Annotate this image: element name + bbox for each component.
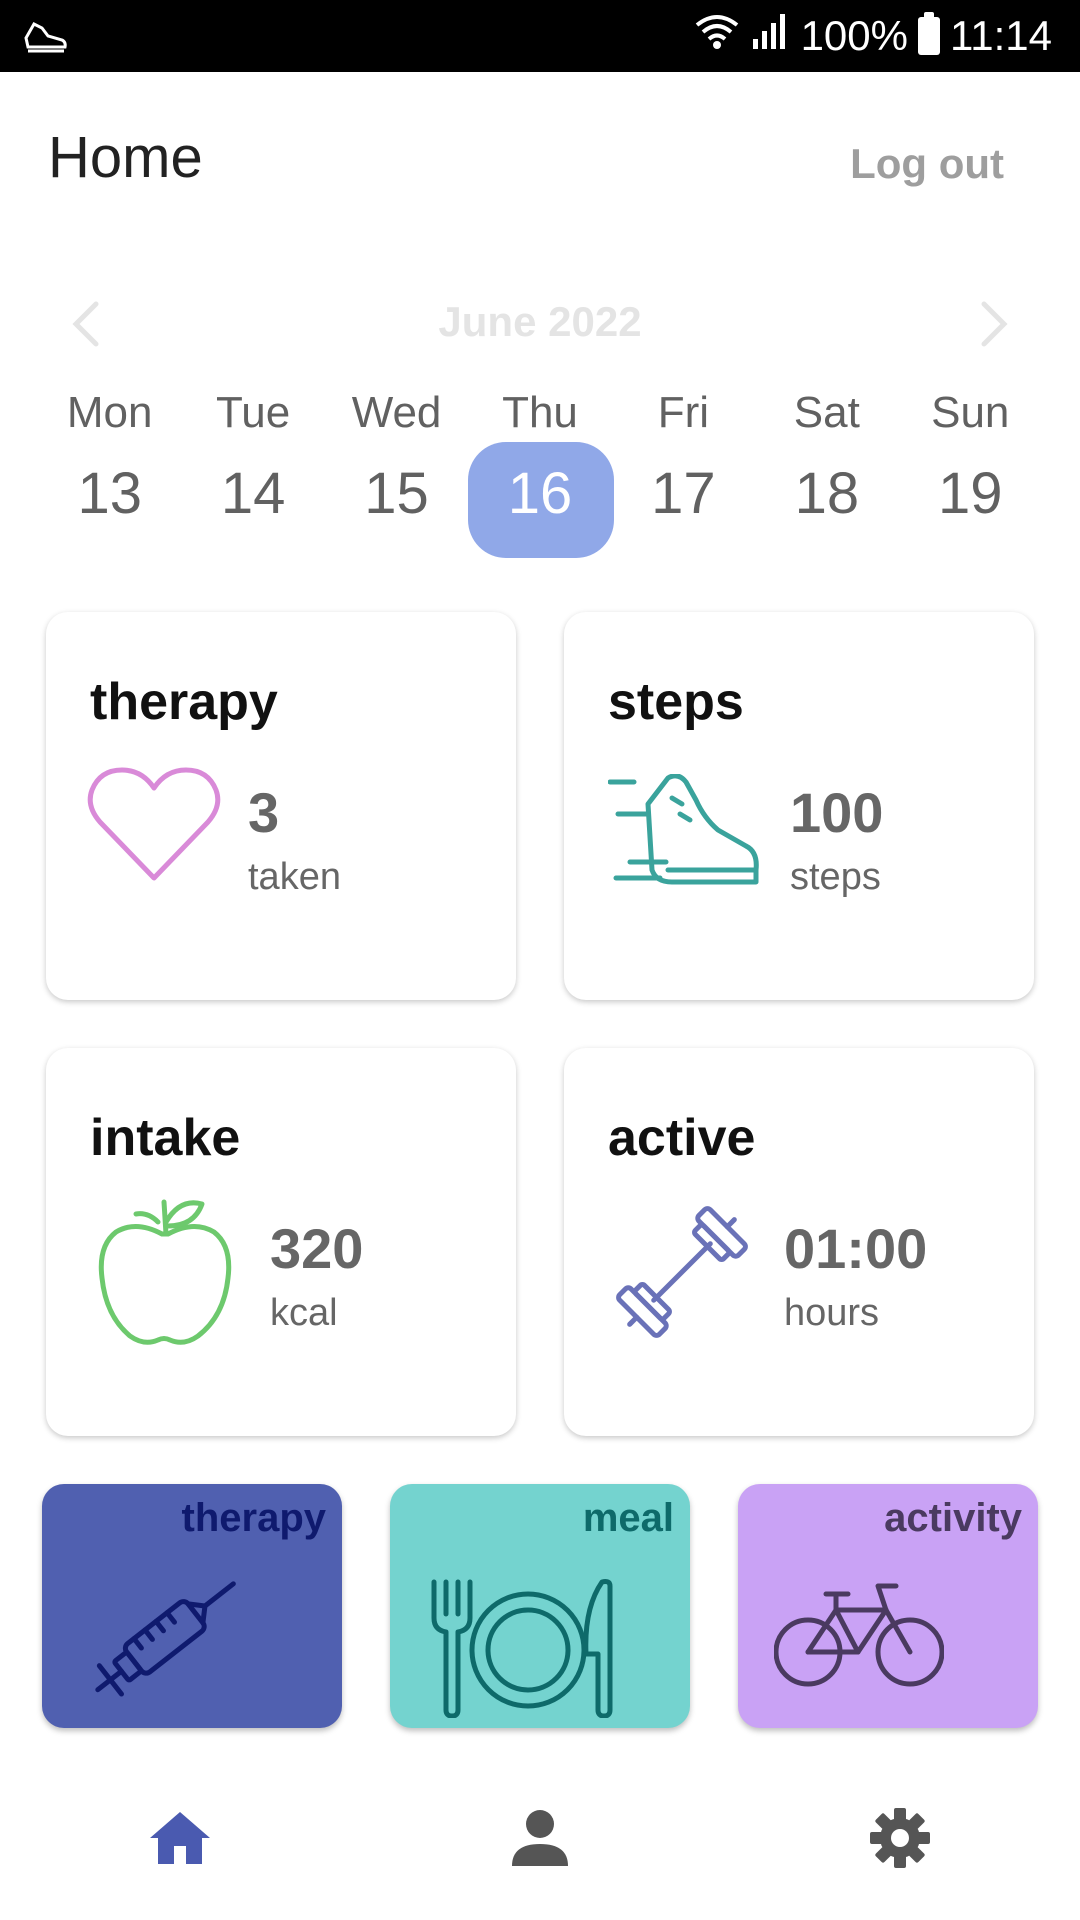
week-strip: Mon 13 Tue 14 Wed 15 Thu 16 Fri 17 Sat 1… bbox=[38, 380, 1042, 560]
day-name: Sat bbox=[793, 388, 860, 437]
intake-card[interactable]: intake 320 kcal bbox=[46, 1048, 516, 1436]
day-number: 19 bbox=[937, 461, 1003, 526]
card-title: active bbox=[608, 1109, 756, 1167]
month-navigator: June 2022 bbox=[0, 290, 1080, 360]
active-value: 01:00 bbox=[784, 1217, 928, 1280]
status-icons: 100% 11:14 bbox=[693, 8, 1052, 64]
logout-button[interactable]: Log out bbox=[850, 140, 1004, 188]
steps-card[interactable]: steps 100 steps bbox=[564, 612, 1034, 1000]
day-name: Tue bbox=[216, 388, 291, 437]
profile-icon bbox=[510, 1808, 570, 1873]
therapy-value: 3 bbox=[248, 781, 280, 844]
day-name: Mon bbox=[66, 388, 153, 437]
nav-profile[interactable] bbox=[480, 1780, 600, 1900]
shoe-notification-icon bbox=[22, 16, 70, 56]
chevron-right-icon[interactable] bbox=[962, 294, 1022, 354]
day-number: 15 bbox=[364, 461, 429, 526]
day-fri[interactable]: Fri 17 bbox=[612, 380, 755, 560]
heart-icon bbox=[86, 762, 222, 891]
day-number: 18 bbox=[794, 461, 860, 526]
day-sun[interactable]: Sun 19 bbox=[899, 380, 1042, 560]
status-bar: 100% 11:14 bbox=[0, 0, 1080, 72]
dumbbell-icon bbox=[608, 1198, 756, 1351]
day-mon[interactable]: Mon 13 bbox=[38, 380, 181, 560]
steps-value: 100 bbox=[790, 781, 884, 844]
day-name: Fri bbox=[657, 388, 710, 437]
home-icon bbox=[148, 1808, 212, 1873]
tile-label: meal bbox=[582, 1496, 674, 1540]
day-number: 16 bbox=[507, 461, 573, 526]
therapy-unit: taken bbox=[248, 856, 341, 898]
day-tue[interactable]: Tue 14 bbox=[181, 380, 324, 560]
battery-icon bbox=[918, 12, 940, 55]
day-name: Thu bbox=[502, 388, 578, 437]
card-title: steps bbox=[608, 673, 744, 731]
tile-label: therapy bbox=[181, 1496, 327, 1540]
signal-icon bbox=[751, 11, 791, 61]
intake-value: 320 bbox=[270, 1217, 364, 1280]
day-thu-selected[interactable]: Thu 16 bbox=[468, 380, 615, 560]
day-name: Sun bbox=[931, 388, 1010, 437]
meal-tile[interactable]: meal bbox=[390, 1484, 690, 1728]
month-label: June 2022 bbox=[438, 298, 642, 345]
running-shoe-icon bbox=[607, 773, 760, 899]
page-title: Home bbox=[48, 125, 203, 190]
active-unit: hours bbox=[784, 1292, 880, 1334]
tile-label: activity bbox=[884, 1496, 1022, 1540]
clock: 11:14 bbox=[950, 12, 1052, 59]
bottom-navigation bbox=[0, 1760, 1080, 1920]
wifi-icon bbox=[693, 11, 741, 61]
day-name: Wed bbox=[351, 388, 442, 437]
day-wed[interactable]: Wed 15 bbox=[325, 380, 468, 560]
apple-icon bbox=[96, 1192, 236, 1353]
bicycle-icon bbox=[773, 1580, 945, 1695]
nav-home[interactable] bbox=[120, 1780, 240, 1900]
day-number: 13 bbox=[77, 461, 142, 526]
plate-cutlery-icon bbox=[428, 1578, 628, 1723]
day-number: 17 bbox=[651, 461, 716, 526]
nav-settings[interactable] bbox=[840, 1780, 960, 1900]
intake-unit: kcal bbox=[270, 1292, 338, 1334]
activity-tile[interactable]: activity bbox=[738, 1484, 1038, 1728]
steps-unit: steps bbox=[790, 856, 881, 898]
battery-percent: 100% bbox=[800, 12, 908, 59]
card-title: intake bbox=[90, 1109, 241, 1167]
day-sat[interactable]: Sat 18 bbox=[755, 380, 898, 560]
therapy-card[interactable]: therapy 3 taken bbox=[46, 612, 516, 1000]
syringe-icon bbox=[76, 1558, 252, 1723]
day-number: 14 bbox=[220, 461, 286, 526]
settings-icon bbox=[868, 1806, 932, 1875]
therapy-tile[interactable]: therapy bbox=[42, 1484, 342, 1728]
card-title: therapy bbox=[90, 673, 278, 731]
active-card[interactable]: active 01:00 hours bbox=[564, 1048, 1034, 1436]
